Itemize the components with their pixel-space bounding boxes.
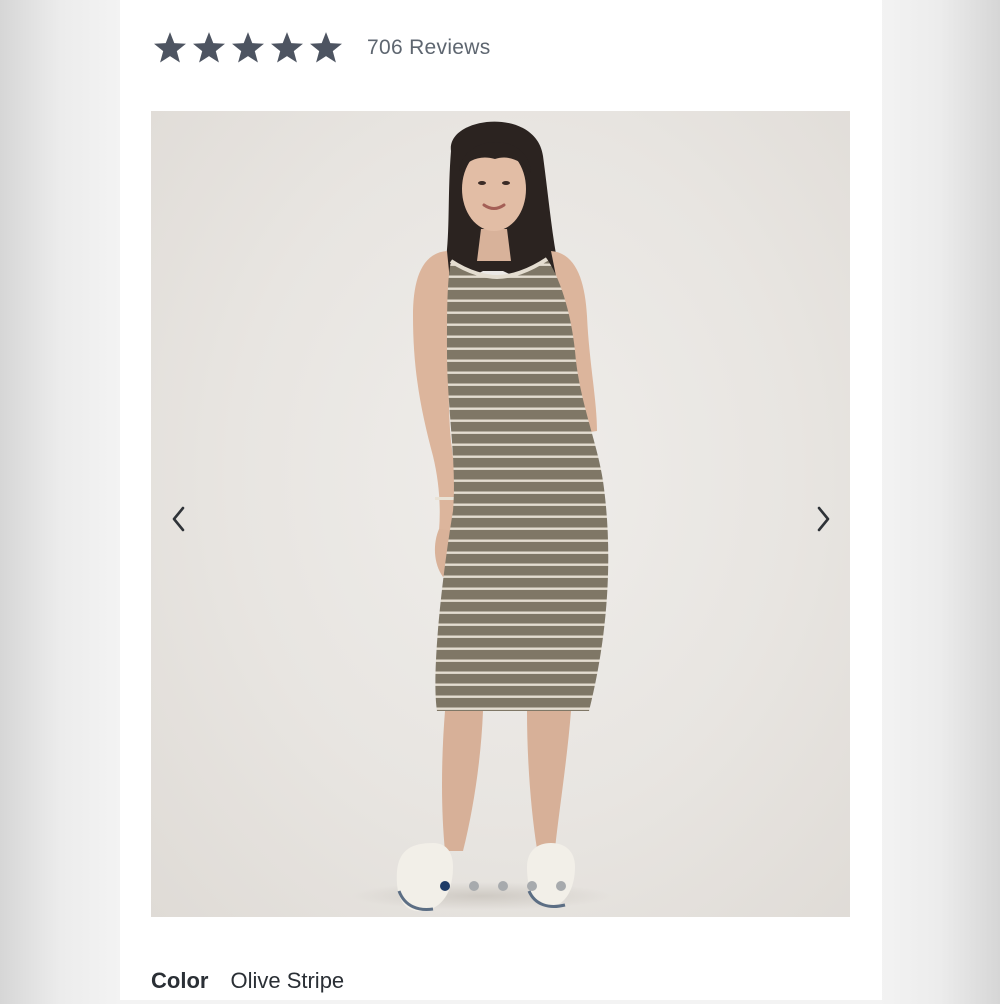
reviews-count-link[interactable]: 706 Reviews	[367, 36, 491, 60]
color-label: Color	[151, 968, 209, 993]
next-image-button[interactable]	[808, 504, 838, 534]
star-icon	[191, 31, 227, 65]
color-value: Olive Stripe	[230, 968, 345, 993]
gallery-dot[interactable]	[469, 881, 479, 891]
star-rating	[152, 31, 347, 65]
color-selection: Color Olive Stripe	[151, 968, 344, 1004]
previous-image-button[interactable]	[164, 504, 194, 534]
star-icon	[230, 31, 266, 65]
gallery-pagination-dots	[440, 880, 585, 892]
gallery-dot[interactable]	[527, 881, 537, 891]
star-icon	[152, 31, 188, 65]
gallery-dot[interactable]	[440, 881, 450, 891]
star-icon	[269, 31, 305, 65]
product-photo	[351, 121, 611, 912]
product-image-gallery[interactable]	[151, 111, 850, 917]
chevron-right-icon	[812, 505, 834, 533]
gallery-dot[interactable]	[498, 881, 508, 891]
star-icon	[308, 31, 344, 65]
rating-row: 706 Reviews	[152, 26, 491, 70]
gallery-dot[interactable]	[556, 881, 566, 891]
chevron-left-icon	[168, 505, 190, 533]
